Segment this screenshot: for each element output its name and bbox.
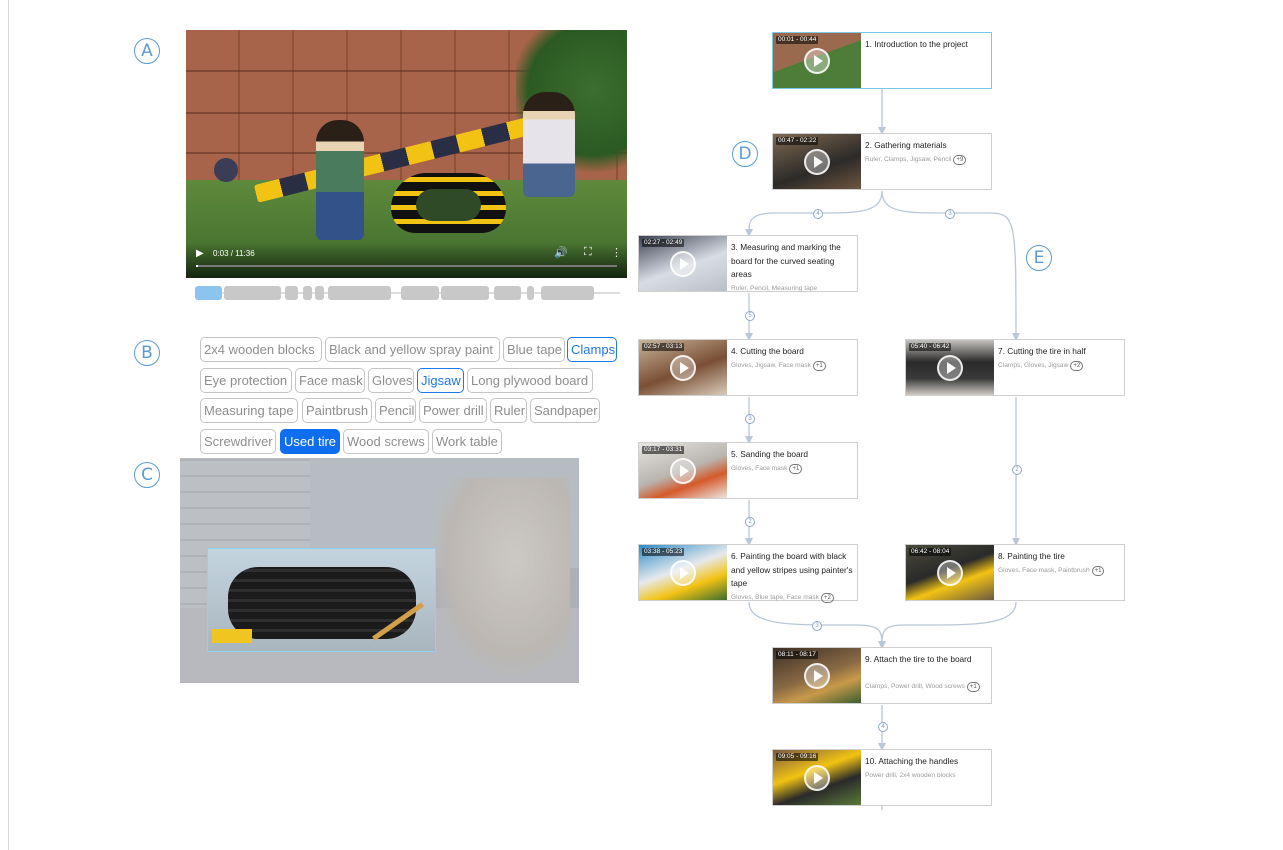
step-tools: Clamps, Gloves, Jigsaw +2: [998, 360, 1124, 371]
edge-badge: 3: [812, 621, 822, 631]
play-icon[interactable]: [804, 663, 830, 689]
step-node-1[interactable]: 00:01 - 00:44 1. Introduction to the proj…: [772, 32, 992, 89]
more-tools-badge[interactable]: +2: [820, 592, 834, 603]
step-thumbnail[interactable]: 06:42 - 08:04: [906, 545, 994, 600]
step-tools: Gloves, Blue tape, Face mask +2: [731, 592, 857, 603]
step-timestamp: 00:47 - 02:22: [776, 137, 819, 145]
edge-8-9: [878, 601, 1017, 649]
step-title: 4. Cutting the board: [731, 346, 804, 356]
edge-badge: 2: [1012, 465, 1022, 475]
step-title: 5. Sanding the board: [731, 449, 809, 459]
step-node-6[interactable]: 03:38 - 05:23 6. Painting the board with …: [638, 544, 858, 603]
play-icon[interactable]: [804, 765, 830, 791]
step-timestamp: 05:40 - 06:42: [909, 343, 952, 351]
step-title: 1. Introduction to the project: [865, 39, 968, 49]
play-icon[interactable]: [804, 48, 830, 74]
step-thumbnail[interactable]: 02:27 - 02:49: [639, 236, 727, 291]
step-timestamp: 02:27 - 02:49: [642, 239, 685, 247]
step-timestamp: 06:42 - 08:04: [909, 548, 952, 556]
step-node-4[interactable]: 02:57 - 03:13 4. Cutting the board Gloves,…: [638, 339, 858, 396]
step-timestamp: 03:38 - 05:23: [642, 548, 685, 556]
step-thumbnail[interactable]: 00:01 - 00:44: [773, 33, 861, 88]
edge-badge: 4: [813, 209, 823, 219]
step-title: 2. Gathering materials: [865, 140, 947, 150]
step-timestamp: 03:17 - 03:31: [642, 446, 685, 454]
step-thumbnail[interactable]: 03:38 - 05:23: [639, 545, 727, 600]
step-tools: Gloves, Jigsaw, Face mask +1: [731, 360, 857, 371]
step-thumbnail[interactable]: 00:47 - 02:22: [773, 134, 861, 189]
play-icon[interactable]: [804, 149, 830, 175]
edge-badge: 5: [745, 311, 755, 321]
step-timestamp: 09:05 - 09:16: [776, 753, 819, 761]
step-title: 8. Painting the tire: [998, 551, 1065, 561]
step-thumbnail[interactable]: 08:11 - 08:17: [773, 648, 861, 703]
step-node-8[interactable]: 06:42 - 08:04 8. Painting the tire Gloves,…: [905, 544, 1125, 601]
step-thumbnail[interactable]: 09:05 - 09:16: [773, 750, 861, 805]
step-node-3[interactable]: 02:27 - 02:49 3. Measuring and marking th…: [638, 235, 858, 292]
more-tools-badge[interactable]: +1: [966, 682, 980, 693]
step-timestamp: 02:57 - 03:13: [642, 343, 685, 351]
more-tools-badge[interactable]: +2: [1070, 360, 1084, 371]
step-title: 6. Painting the board with black and yel…: [731, 551, 853, 589]
step-node-5[interactable]: 03:17 - 03:31 5. Sanding the board Gloves,…: [638, 442, 858, 499]
play-icon[interactable]: [937, 355, 963, 381]
step-timestamp: 00:01 - 00:44: [776, 36, 819, 44]
step-title: 9. Attach the tire to the board: [865, 654, 972, 664]
edge-badge: 3: [945, 209, 955, 219]
edge-badge: 3: [745, 414, 755, 424]
step-flow-edges: [745, 89, 1020, 810]
step-tools: Gloves, Face mask, Paintbrush +1: [998, 565, 1124, 576]
step-tools: Ruler, Pencil, Measuring tape: [731, 284, 818, 292]
step-node-7[interactable]: 05:40 - 06:42 7. Cutting the tire in half…: [905, 339, 1125, 396]
step-title: 10. Attaching the handles: [865, 756, 959, 766]
step-thumbnail[interactable]: 02:57 - 03:13: [639, 340, 727, 395]
more-tools-badge[interactable]: +9: [953, 154, 967, 165]
step-title: 7. Cutting the tire in half: [998, 346, 1086, 356]
step-tools: Ruler, Clamps, Jigsaw, Pencil +9: [865, 154, 991, 165]
play-icon[interactable]: [670, 560, 696, 586]
step-tools: Clamps, Power drill, Wood screws +1: [865, 682, 991, 693]
step-node-10[interactable]: 09:05 - 09:16 10. Attaching the handles Po…: [772, 749, 992, 806]
step-thumbnail[interactable]: 03:17 - 03:31: [639, 443, 727, 498]
more-tools-badge[interactable]: +1: [812, 360, 826, 371]
play-icon[interactable]: [937, 560, 963, 586]
step-node-2[interactable]: 00:47 - 02:22 2. Gathering materials Ruler…: [772, 133, 992, 190]
edge-badge: 4: [878, 722, 888, 732]
edge-badge: 2: [745, 517, 755, 527]
play-icon[interactable]: [670, 355, 696, 381]
step-node-9[interactable]: 08:11 - 08:17 9. Attach the tire to the b…: [772, 647, 992, 704]
step-tools: Gloves, Face mask +1: [731, 463, 857, 474]
step-title: 3. Measuring and marking the board for t…: [731, 242, 841, 280]
play-icon[interactable]: [670, 251, 696, 277]
step-thumbnail[interactable]: 05:40 - 06:42: [906, 340, 994, 395]
more-tools-badge[interactable]: +1: [789, 463, 803, 474]
play-icon[interactable]: [670, 458, 696, 484]
step-timestamp: 08:11 - 08:17: [776, 651, 818, 659]
step-tools: Power drill, 2x4 wooden blocks: [865, 771, 956, 779]
more-tools-badge[interactable]: +1: [1091, 565, 1105, 576]
